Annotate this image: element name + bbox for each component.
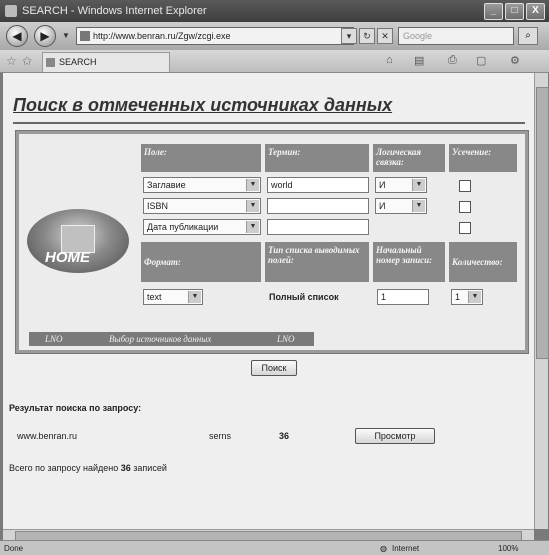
chevron-down-icon: ▼ [246, 221, 259, 233]
truncate-checkbox-2[interactable] [459, 201, 471, 213]
bar-right-label: LNO [277, 334, 295, 344]
maximize-button[interactable]: □ [505, 3, 524, 20]
result-count: 36 [279, 431, 290, 441]
logic-select-1-value: И [379, 180, 386, 190]
page-menu-icon[interactable]: ▢ [476, 54, 486, 67]
favorites-star-icon[interactable]: ☆ [6, 54, 17, 68]
chevron-down-icon: ▼ [246, 179, 259, 191]
logic-select-1[interactable]: И ▼ [375, 177, 427, 193]
vertical-scrollbar[interactable] [534, 73, 549, 529]
total-prefix: Всего по запросу найдено [9, 463, 119, 473]
zone-label: Internet [392, 544, 420, 553]
chevron-down-icon: ▼ [468, 291, 481, 303]
tab-label: SEARCH [59, 57, 97, 67]
address-dropdown-button[interactable]: ▾ [341, 28, 357, 44]
page-favicon [80, 31, 90, 41]
count-select[interactable]: 1 ▼ [451, 289, 483, 305]
heading-divider [13, 122, 525, 124]
forward-button[interactable]: ▶ [34, 25, 56, 47]
term-input-1[interactable]: world [267, 177, 369, 193]
page-title: Поиск в отмеченных источниках данных [13, 95, 393, 115]
minimize-button[interactable]: _ [484, 3, 503, 20]
term-input-2[interactable] [267, 198, 369, 214]
zone-globe-icon: ◍ [380, 544, 387, 553]
header-start-record: Начальный номер записи: [373, 242, 445, 282]
logic-select-2[interactable]: И ▼ [375, 198, 427, 214]
data-source-bar[interactable]: LNO Выбор источников данных LNO [29, 332, 314, 346]
recent-pages-dropdown[interactable]: ▼ [62, 31, 70, 40]
result-db: serns [209, 431, 232, 441]
total-suffix: записей [133, 463, 167, 473]
horizontal-scrollbar[interactable] [3, 529, 534, 541]
field-select-1-value: Заглавие [147, 180, 186, 190]
bar-text: Выбор источников данных [109, 334, 212, 344]
search-form-panel: HOME Поле: Термин: Логическая связка: Ус… [15, 130, 529, 354]
field-select-2-value: ISBN [147, 201, 169, 211]
tab-toolbar: ☆ ✩ SEARCH ⌂ ▤ ⎙ ▢ ⚙ [0, 50, 549, 73]
list-type-value: Полный список [269, 292, 339, 302]
field-select-1[interactable]: Заглавие ▼ [143, 177, 261, 193]
format-select-value: text [147, 292, 162, 302]
result-source: www.benran.ru [17, 431, 78, 441]
browser-window: SEARCH - Windows Internet Explorer _ □ X… [0, 0, 549, 555]
page-content: Поиск в отмеченных источниках данных HOM… [3, 73, 534, 529]
status-bar: Done ◍ Internet 100% [0, 540, 549, 555]
title-bar: SEARCH - Windows Internet Explorer _ □ X [0, 0, 549, 22]
header-term: Термин: [265, 144, 369, 172]
stop-icon[interactable]: ✕ [377, 28, 393, 44]
vertical-scroll-thumb[interactable] [536, 87, 549, 359]
header-logic: Логическая связка: [373, 144, 445, 172]
view-button[interactable]: Просмотр [355, 428, 435, 444]
print-icon[interactable]: ⎙ [448, 54, 457, 67]
header-format: Формат: [141, 242, 261, 282]
logic-select-2-value: И [379, 201, 386, 211]
tab-search[interactable]: SEARCH [42, 52, 170, 72]
tab-favicon [46, 58, 55, 67]
close-button[interactable]: X [526, 3, 545, 20]
ie-icon [5, 5, 17, 17]
chevron-down-icon: ▼ [412, 179, 425, 191]
truncate-checkbox-1[interactable] [459, 180, 471, 192]
count-select-value: 1 [455, 292, 461, 302]
add-favorites-icon[interactable]: ✩ [22, 54, 32, 68]
field-select-3-value: Дата публикации [147, 222, 219, 232]
address-toolbar: ◀ ▶ ▼ http://www.benran.ru/Zgw/zcgi.exe … [0, 22, 549, 50]
format-select[interactable]: text ▼ [143, 289, 203, 305]
refresh-icon[interactable]: ↻ [359, 28, 375, 44]
chevron-down-icon: ▼ [188, 291, 201, 303]
search-button[interactable]: Поиск [251, 360, 297, 376]
search-icon[interactable]: ⌕ [518, 27, 538, 45]
header-truncate: Усечение: [449, 144, 517, 172]
feeds-icon[interactable]: ▤ [414, 54, 424, 67]
window-title: SEARCH - Windows Internet Explorer [22, 5, 207, 17]
chevron-down-icon: ▼ [246, 200, 259, 212]
truncate-checkbox-3[interactable] [459, 222, 471, 234]
home-icon[interactable]: ⌂ [386, 54, 393, 66]
tools-icon[interactable]: ⚙ [510, 54, 520, 67]
field-select-3[interactable]: Дата публикации ▼ [143, 219, 261, 235]
total-results: Всего по запросу найдено 36 записей [9, 463, 167, 473]
back-button[interactable]: ◀ [6, 25, 28, 47]
window-controls: _ □ X [484, 3, 545, 20]
zoom-level[interactable]: 100% [498, 541, 518, 555]
result-title: Результат поиска по запросу: [9, 403, 142, 413]
search-input[interactable]: Google [398, 27, 514, 45]
status-text: Done [4, 544, 24, 553]
total-count: 36 [120, 463, 131, 473]
start-record-input[interactable]: 1 [377, 289, 429, 305]
header-count: Количество: [449, 242, 517, 282]
address-url: http://www.benran.ru/Zgw/zcgi.exe [93, 31, 231, 41]
header-field: Поле: [141, 144, 261, 172]
field-select-2[interactable]: ISBN ▼ [143, 198, 261, 214]
home-logo[interactable]: HOME [27, 209, 129, 273]
header-list-type: Тип списка выводимых полей: [265, 242, 369, 282]
term-input-3[interactable] [267, 219, 369, 235]
chevron-down-icon: ▼ [412, 200, 425, 212]
home-logo-text: HOME [45, 249, 90, 266]
search-form: HOME Поле: Термин: Логическая связка: Ус… [19, 134, 525, 350]
bar-left-label: LNO [45, 334, 63, 344]
address-bar[interactable]: http://www.benran.ru/Zgw/zcgi.exe [76, 27, 354, 45]
